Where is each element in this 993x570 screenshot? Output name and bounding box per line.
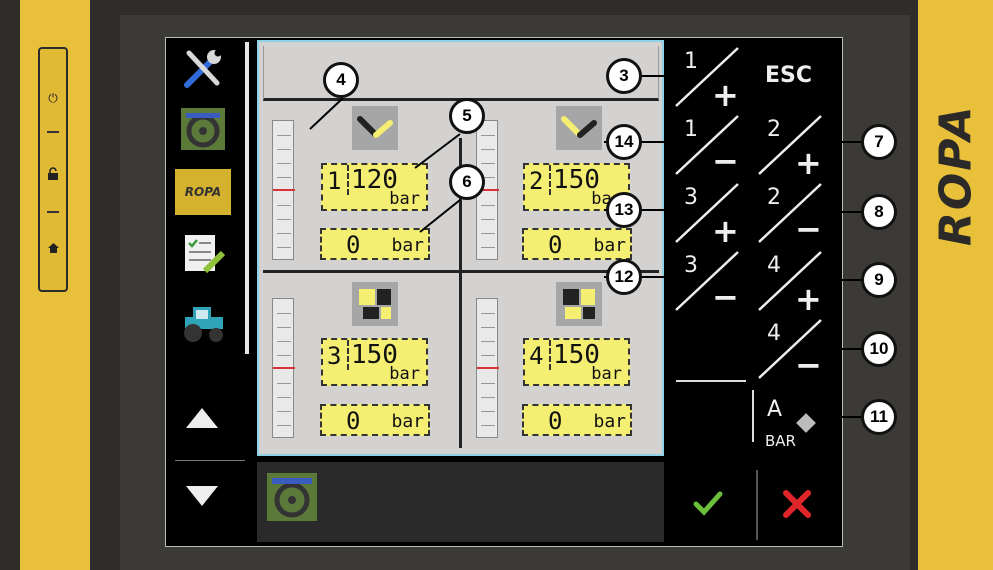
pressure-gauge-1: [272, 120, 295, 260]
current-pressure-2: 0 bar: [522, 228, 632, 260]
target-pressure-1[interactable]: 1 120 bar: [321, 163, 428, 211]
callout-8: 8: [861, 194, 897, 230]
current-unit: bar: [391, 411, 424, 432]
status-bar: [257, 462, 664, 542]
svg-text:1: 1: [684, 117, 698, 142]
steering-wheel-icon: [266, 472, 318, 522]
current-value: 0: [346, 407, 361, 435]
callout-9: 9: [861, 262, 897, 298]
softkey-divider: [676, 380, 746, 382]
section-number: 2: [529, 167, 544, 195]
svg-text:A: A: [767, 397, 782, 422]
svg-text:+: +: [712, 76, 739, 110]
svg-text:2: 2: [767, 185, 781, 210]
svg-text:2: 2: [767, 117, 781, 142]
softkey-1-plus[interactable]: 1 +: [672, 42, 750, 110]
current-unit: bar: [593, 235, 626, 256]
softkey-2-plus[interactable]: 2 +: [755, 110, 833, 178]
current-pressure-3: 0 bar: [320, 404, 430, 436]
callout-3: 3: [606, 58, 642, 94]
current-value: 0: [548, 407, 563, 435]
callout-11: 11: [861, 399, 897, 435]
steering-wheel-icon[interactable]: [177, 105, 229, 153]
scroll-down-icon[interactable]: [186, 486, 218, 506]
target-pressure-4[interactable]: 4 150 bar: [523, 338, 630, 386]
tractor-icon[interactable]: [177, 299, 229, 347]
target-unit: bar: [389, 364, 420, 384]
callout-6: 6: [449, 164, 485, 200]
brand-logo: ROPA: [930, 104, 982, 246]
cancel-button[interactable]: [782, 489, 812, 519]
svg-text:−: −: [795, 346, 822, 382]
sidebar-divider: [175, 460, 245, 461]
current-value: 0: [548, 231, 563, 259]
section-number: 1: [327, 167, 342, 195]
current-value: 0: [346, 231, 361, 259]
softkey-4-plus[interactable]: 4 +: [755, 246, 833, 314]
svg-text:1: 1: [684, 49, 698, 74]
svg-text:−: −: [712, 142, 739, 178]
button-divider: [756, 470, 758, 540]
callout-5: 5: [449, 98, 485, 134]
hardware-keypad: ⏻: [38, 47, 68, 292]
svg-text:4: 4: [767, 253, 781, 278]
callout-13: 13: [606, 192, 642, 228]
ropa-logo-tab[interactable]: ROPA: [175, 169, 231, 215]
keypad-divider: [47, 211, 59, 213]
callout-12: 12: [606, 259, 642, 295]
svg-text:3: 3: [684, 185, 698, 210]
svg-text:BAR: BAR: [765, 432, 796, 450]
gauge-icon: [796, 413, 816, 433]
callout-4: 4: [323, 62, 359, 98]
target-pressure-3[interactable]: 3 150 bar: [321, 338, 428, 386]
esc-button[interactable]: ESC: [755, 42, 833, 110]
cleaner-icon-4: [556, 282, 602, 326]
unit-toggle-button[interactable]: A BAR: [755, 386, 833, 454]
topper-icon-2: [556, 106, 602, 150]
topper-icon-1: [352, 106, 398, 150]
callout-7: 7: [861, 124, 897, 160]
horizontal-divider: [263, 270, 659, 273]
svg-text:−: −: [712, 278, 739, 314]
scroll-up-icon[interactable]: [186, 408, 218, 428]
softkey-divider: [752, 390, 754, 442]
softkey-4-minus[interactable]: 4 −: [755, 314, 833, 382]
current-unit: bar: [391, 235, 424, 256]
callout-10: 10: [861, 331, 897, 367]
cleaner-icon-3: [352, 282, 398, 326]
sidebar: ROPA: [165, 37, 247, 547]
svg-text:+: +: [795, 144, 822, 178]
softkey-2-minus[interactable]: 2 −: [755, 178, 833, 246]
target-unit: bar: [389, 189, 420, 209]
current-unit: bar: [593, 411, 626, 432]
svg-text:ESC: ESC: [765, 63, 812, 88]
softkey-3-plus[interactable]: 3 +: [672, 178, 750, 246]
svg-text:+: +: [712, 212, 739, 246]
current-pressure-1: 0 bar: [320, 228, 430, 260]
title-bar: [263, 46, 659, 101]
checklist-icon[interactable]: [177, 229, 229, 277]
home-icon[interactable]: [40, 233, 66, 263]
confirm-button[interactable]: [693, 490, 723, 516]
callout-14: 14: [606, 124, 642, 160]
pressure-gauge-3: [272, 298, 295, 438]
softkey-1-minus[interactable]: 1 −: [672, 110, 750, 178]
softkey-3-minus[interactable]: 3 −: [672, 246, 750, 314]
tools-icon[interactable]: [177, 45, 229, 93]
unlock-icon[interactable]: [40, 159, 66, 189]
section-number: 3: [327, 342, 342, 370]
svg-text:+: +: [795, 280, 822, 314]
power-icon[interactable]: ⏻: [40, 83, 66, 113]
sidebar-scrollbar[interactable]: [245, 42, 249, 354]
target-unit: bar: [591, 364, 622, 384]
svg-text:3: 3: [684, 253, 698, 278]
section-number: 4: [529, 342, 544, 370]
pressure-gauge-4: [476, 298, 499, 438]
keypad-divider: [47, 131, 59, 133]
current-pressure-4: 0 bar: [522, 404, 632, 436]
svg-text:4: 4: [767, 321, 781, 346]
svg-text:−: −: [795, 210, 822, 246]
